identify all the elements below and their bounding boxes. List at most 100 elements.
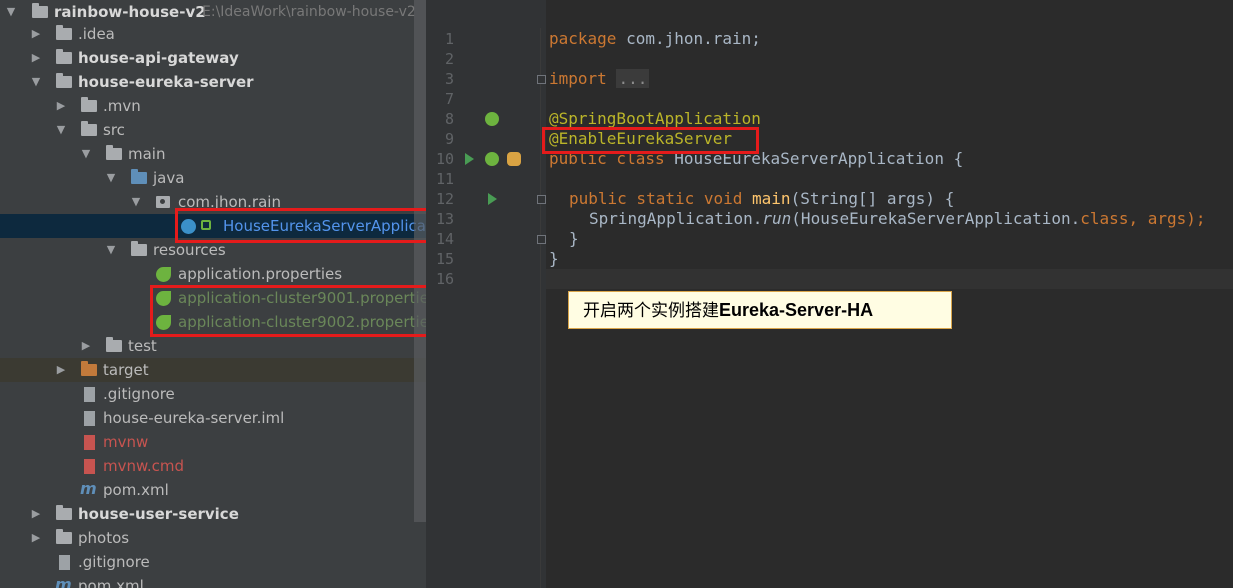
tree-item-test[interactable]: ▶ test [0,334,426,358]
tree-item-src[interactable]: ▼ src [0,118,426,142]
tree-item-label: .gitignore [78,553,150,571]
tree-item-label: pom.xml [78,577,144,588]
chevron-down-icon[interactable]: ▼ [54,118,68,142]
current-line-highlight [546,269,1233,289]
call-args-end: , args); [1128,209,1206,228]
tree-item-photos[interactable]: ▶ photos [0,526,426,550]
line-number: 9 [444,130,454,148]
tree-item-mvn[interactable]: ▶ .mvn [0,94,426,118]
chevron-down-icon[interactable]: ▼ [129,190,143,214]
chevron-right-icon[interactable]: ▶ [54,94,68,118]
method-params: (String[] args) { [790,189,955,208]
spring-leaf-icon [156,267,171,282]
chevron-right-icon[interactable]: ▶ [29,526,43,550]
excluded-folder-icon [81,361,97,376]
tree-item-label: .mvn [103,97,141,115]
folder-icon [32,3,48,18]
chevron-down-icon[interactable]: ▼ [79,142,93,166]
tree-item-mvnw-cmd[interactable]: mvnw.cmd [0,454,426,478]
package-icon [156,196,170,208]
iml-file-icon [84,411,95,426]
fold-guide [540,28,541,588]
chevron-right-icon[interactable]: ▶ [29,502,43,526]
folded-imports[interactable]: ... [616,69,650,88]
code-line-13[interactable]: SpringApplication.run(HouseEurekaServerA… [589,209,1206,229]
line-number: 16 [435,270,454,288]
chevron-right-icon[interactable]: ▶ [54,358,68,382]
module-folder-icon [56,73,72,88]
line-number: 11 [435,170,454,188]
tree-item-label: target [103,361,149,379]
root-project-path: E:\IdeaWork\rainbow-house-v2 [202,4,416,20]
file-icon [59,555,70,570]
tree-item-label: house-eureka-server.iml [103,409,285,427]
tree-item-label: mvnw.cmd [103,457,185,475]
tree-item-root-gitignore[interactable]: .gitignore [0,550,426,574]
call-args: (HouseEurekaServerApplication. [791,209,1081,228]
folder-icon [81,97,97,112]
spring-config-gutter-icon[interactable] [507,152,521,166]
module-folder-icon [56,505,72,520]
maven-icon: m [80,479,97,498]
keyword: package [549,29,617,48]
callout-note-prefix: 开启两个实例搭建 [583,301,719,321]
chevron-down-icon[interactable]: ▼ [29,70,43,94]
tree-item-label: .idea [78,25,115,43]
maven-icon: m [55,575,72,588]
tree-item-main[interactable]: ▼ main [0,142,426,166]
code-line-8[interactable]: @SpringBootApplication [549,109,761,129]
chevron-down-icon[interactable]: ▼ [104,238,118,262]
tree-scrollbar[interactable] [414,0,426,522]
call-method: run [762,209,792,228]
chevron-down-icon[interactable]: ▼ [4,0,18,24]
chevron-right-icon[interactable]: ▶ [79,334,93,358]
line-number: 7 [444,90,454,108]
code-line-1[interactable]: package com.jhon.rain; [549,29,761,49]
highlight-box-cluster-properties [150,285,426,337]
keyword: public static void [569,189,743,208]
highlight-box-main-class [175,208,426,243]
line-number: 15 [435,250,454,268]
code-line-14[interactable]: } [569,229,579,249]
code-line-15[interactable]: } [549,249,559,269]
tree-item-pom[interactable]: m pom.xml [0,478,426,502]
chevron-down-icon[interactable]: ▼ [104,166,118,190]
source-folder-icon [131,169,147,184]
spring-bean-gutter-icon[interactable] [485,152,499,166]
tree-item-application-properties[interactable]: application.properties [0,262,426,286]
line-number: 12 [435,190,454,208]
tree-item-house-user-service[interactable]: ▶ house-user-service [0,502,426,526]
tree-item-mvnw[interactable]: mvnw [0,430,426,454]
code-line-3[interactable]: import ... [549,69,650,89]
tree-item-house-eureka-server[interactable]: ▼ house-eureka-server [0,70,426,94]
tree-item-label: src [103,121,125,139]
file-icon [84,435,95,450]
spring-bean-gutter-icon[interactable] [485,112,499,126]
module-folder-icon [56,49,72,64]
run-icon[interactable] [488,193,497,205]
fold-expand-icon[interactable] [537,75,546,84]
fold-end-icon[interactable] [537,235,546,244]
root-project-name: rainbow-house-v2 [54,3,206,21]
chevron-right-icon[interactable]: ▶ [29,46,43,70]
code-line-12[interactable]: public static void main(String[] args) { [569,189,954,209]
line-number: 14 [435,230,454,248]
resources-folder-icon [131,241,147,256]
run-icon[interactable] [465,153,474,165]
tree-item-label: house-eureka-server [78,73,254,91]
tree-item-gitignore[interactable]: .gitignore [0,382,426,406]
file-icon [84,459,95,474]
tree-item-root-pom[interactable]: m pom.xml [0,574,426,588]
tree-item-house-api-gateway[interactable]: ▶ house-api-gateway [0,46,426,70]
fold-collapse-icon[interactable] [537,195,546,204]
chevron-right-icon[interactable]: ▶ [29,22,43,46]
tree-item-target[interactable]: ▶ target [0,358,426,382]
tree-item-iml[interactable]: house-eureka-server.iml [0,406,426,430]
folder-icon [81,121,97,136]
tree-item-label: java [153,169,185,187]
keyword: import [549,69,607,88]
project-tree-panel: ▼ rainbow-house-v2 E:\IdeaWork\rainbow-h… [0,0,426,588]
tree-item-idea[interactable]: ▶ .idea [0,22,426,46]
tree-item-java[interactable]: ▼ java [0,166,426,190]
tree-root[interactable]: ▼ rainbow-house-v2 E:\IdeaWork\rainbow-h… [0,0,426,24]
